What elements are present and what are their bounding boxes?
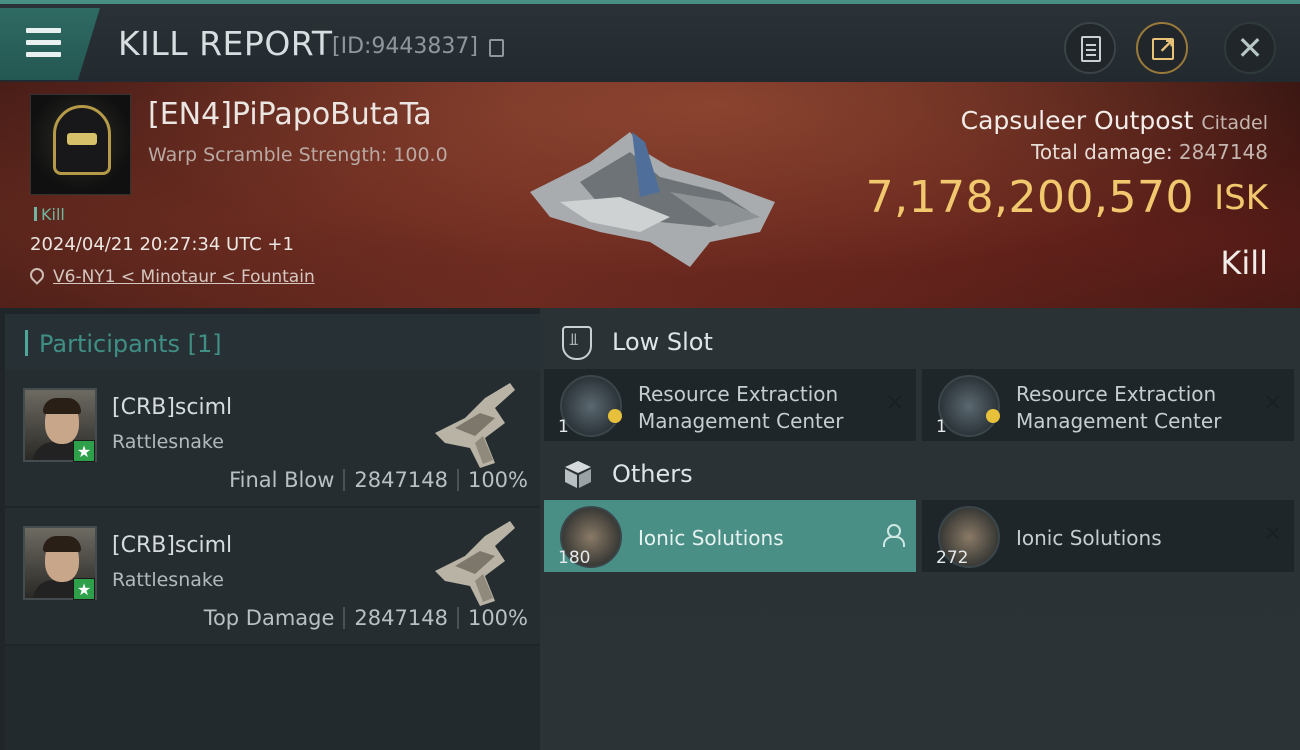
item-meta-dot	[608, 409, 622, 423]
isk-unit: ISK	[1214, 178, 1268, 218]
participants-empty-area	[5, 646, 540, 750]
item-quantity: 1	[558, 417, 569, 437]
item-card[interactable]: 1 Resource Extraction Management Center …	[922, 369, 1294, 441]
divider	[343, 469, 346, 491]
item-name-line: Resource Extraction	[1016, 382, 1217, 406]
target-class: Citadel	[1201, 112, 1268, 134]
low-slot-header: Low Slot	[540, 312, 1300, 372]
victim-portrait[interactable]	[30, 94, 131, 195]
victim-subtitle: Warp Scramble Strength: 100.0	[148, 144, 448, 166]
star-badge-icon: ★	[73, 578, 95, 600]
item-name: Ionic Solutions	[638, 526, 784, 550]
participant-damage: 2847148	[354, 468, 448, 492]
ship-image	[435, 383, 515, 468]
item-icon	[560, 375, 622, 437]
participants-panel: Participants [1] ★ [CRB]sciml Rattlesnak…	[0, 308, 540, 750]
close-icon: ✕	[1236, 29, 1264, 67]
menu-button[interactable]	[0, 8, 100, 80]
divider	[456, 607, 459, 629]
close-button[interactable]: ✕	[1224, 22, 1276, 74]
hamburger-icon-line	[26, 52, 61, 57]
structure-image	[530, 132, 775, 267]
participant-name: [CRB]sciml	[112, 395, 233, 420]
participant-stats: Final Blow 2847148 100%	[229, 468, 528, 492]
participant-ship: Rattlesnake	[112, 569, 224, 591]
items-panel: Low Slot 1 Resource Extraction Managemen…	[540, 308, 1300, 750]
avatar-hair	[43, 398, 81, 414]
item-name: Resource Extraction Management Center	[638, 381, 878, 435]
item-card[interactable]: 272 Ionic Solutions ✕	[922, 500, 1294, 572]
item-icon	[938, 375, 1000, 437]
divider	[343, 607, 346, 629]
avatar-hair	[43, 536, 81, 552]
page-title: KILL REPORT	[118, 24, 333, 63]
item-name: Resource Extraction Management Center	[1016, 381, 1256, 435]
item-card[interactable]: 1 Resource Extraction Management Center …	[544, 369, 916, 441]
item-quantity: 1	[936, 417, 947, 437]
participant-role: Final Blow	[229, 468, 335, 492]
report-id: [ID:9443837]	[332, 34, 478, 59]
item-meta-dot	[986, 409, 1000, 423]
star-badge-icon: ★	[73, 440, 95, 462]
participant-percent: 100%	[467, 606, 528, 630]
copy-icon[interactable]	[489, 39, 504, 57]
box-icon	[565, 461, 591, 488]
participant-name: [CRB]sciml	[112, 533, 233, 558]
target-ship: Capsuleer Outpost Citadel	[961, 106, 1268, 135]
participants-header: Participants [1]	[5, 314, 540, 372]
shield-icon	[562, 326, 592, 360]
portrait-visor	[67, 133, 97, 145]
x-icon: ✕	[1263, 522, 1282, 547]
total-damage-value: 2847148	[1178, 140, 1268, 164]
isk-value: 7,178,200,570	[865, 172, 1194, 223]
share-button[interactable]: ↗	[1136, 22, 1188, 74]
low-slot-title: Low Slot	[612, 328, 713, 356]
participant-ship: Rattlesnake	[112, 431, 224, 453]
item-name-line: Management Center	[638, 409, 844, 433]
kill-tag: Kill	[34, 205, 65, 224]
participant-row[interactable]: ★ [CRB]sciml Rattlesnake Top Damage 28471…	[5, 508, 540, 644]
kill-banner: [EN4]PiPapoButaTa Warp Scramble Strength…	[0, 82, 1300, 308]
target-name: Capsuleer Outpost	[960, 106, 1194, 135]
x-icon: ✕	[885, 391, 904, 416]
clipboard-button[interactable]	[1064, 22, 1116, 74]
ship-image	[435, 521, 515, 606]
item-name-line: Resource Extraction	[638, 382, 839, 406]
item-name: Ionic Solutions	[1016, 526, 1162, 550]
hamburger-icon-line	[26, 40, 61, 45]
participant-percent: 100%	[467, 468, 528, 492]
divider	[456, 469, 459, 491]
participant-row[interactable]: ★ [CRB]sciml Rattlesnake Final Blow 28471…	[5, 370, 540, 506]
others-header: Others	[540, 444, 1300, 504]
others-title: Others	[612, 460, 693, 488]
clipboard-icon	[1081, 36, 1101, 62]
total-damage: Total damage: 2847148	[1031, 140, 1268, 164]
kill-location-link[interactable]: V6-NY1 < Minotaur < Fountain	[53, 267, 315, 287]
x-icon: ✕	[1263, 391, 1282, 416]
person-icon	[882, 524, 905, 547]
item-name-line: Management Center	[1016, 409, 1222, 433]
participants-title: Participants [1]	[39, 330, 222, 358]
kill-datetime: 2024/04/21 20:27:34 UTC +1	[30, 234, 294, 255]
item-quantity: 180	[558, 548, 591, 568]
share-arrow-icon: ↗	[1158, 34, 1175, 58]
top-bar: KILL REPORT [ID:9443837] ↗ ✕	[0, 0, 1300, 82]
location-pin-icon	[27, 265, 47, 285]
participant-damage: 2847148	[354, 606, 448, 630]
item-quantity: 272	[936, 548, 969, 568]
victim-name[interactable]: [EN4]PiPapoButaTa	[148, 97, 432, 132]
participant-stats: Top Damage 2847148 100%	[204, 606, 528, 630]
participant-role: Top Damage	[203, 606, 335, 630]
hamburger-icon-line	[26, 28, 61, 33]
kill-status: Kill	[1220, 244, 1268, 282]
total-damage-label: Total damage:	[1031, 140, 1173, 164]
item-card-selected[interactable]: 180 Ionic Solutions	[544, 500, 916, 572]
